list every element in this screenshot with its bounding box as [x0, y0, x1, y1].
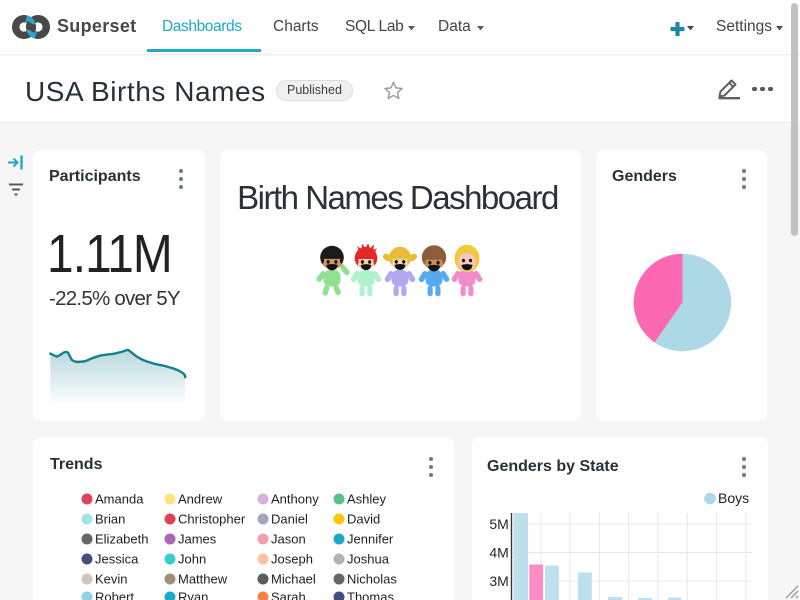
- svg-text:Boys: Boys: [718, 490, 749, 506]
- svg-text:Jessica: Jessica: [95, 552, 139, 567]
- svg-text:Jennifer: Jennifer: [347, 532, 394, 547]
- svg-text:Ashley: Ashley: [347, 492, 387, 507]
- svg-text:4M: 4M: [489, 545, 508, 561]
- svg-text:Christopher: Christopher: [178, 512, 246, 527]
- svg-text:Kevin: Kevin: [95, 572, 128, 587]
- svg-text:Brian: Brian: [95, 512, 125, 527]
- svg-text:Nicholas: Nicholas: [347, 572, 397, 587]
- svg-text:David: David: [347, 512, 380, 527]
- svg-text:Ryan: Ryan: [178, 590, 208, 600]
- svg-text:James: James: [178, 532, 217, 547]
- svg-text:Daniel: Daniel: [271, 512, 308, 527]
- svg-text:Amanda: Amanda: [95, 492, 144, 507]
- svg-text:Joshua: Joshua: [347, 552, 390, 567]
- svg-text:Michael: Michael: [271, 572, 316, 587]
- svg-text:John: John: [178, 552, 206, 567]
- svg-text:Jason: Jason: [271, 532, 306, 547]
- svg-text:Andrew: Andrew: [178, 492, 223, 507]
- svg-text:Matthew: Matthew: [178, 572, 228, 587]
- svg-text:Thomas: Thomas: [347, 590, 394, 600]
- svg-text:3M: 3M: [489, 573, 508, 589]
- svg-text:Sarah: Sarah: [271, 590, 306, 600]
- svg-text:Anthony: Anthony: [271, 492, 319, 507]
- svg-text:Robert: Robert: [95, 590, 134, 600]
- svg-text:Joseph: Joseph: [271, 552, 313, 567]
- svg-text:Elizabeth: Elizabeth: [95, 532, 148, 547]
- svg-text:5M: 5M: [489, 516, 508, 532]
